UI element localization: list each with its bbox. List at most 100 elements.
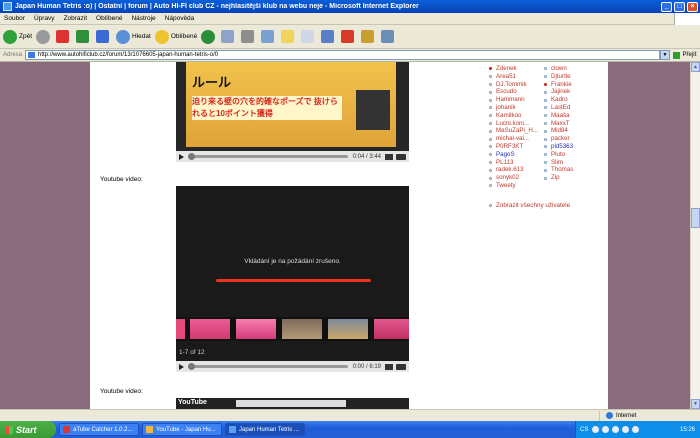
language-indicator[interactable]: CS <box>580 427 588 433</box>
user-link[interactable]: sonyk02 <box>489 174 544 182</box>
research-button[interactable] <box>321 30 337 43</box>
menu-view[interactable]: Zobrazit <box>64 15 87 22</box>
show-all-users-link[interactable]: Zobrazit všechny uživatele <box>489 202 570 209</box>
volume-icon[interactable] <box>385 153 393 160</box>
user-link[interactable]: Zip <box>544 174 599 182</box>
stop-button[interactable] <box>56 30 72 43</box>
menu-favorites[interactable]: Oblíbené <box>96 15 122 22</box>
menu-tools[interactable]: Nástroje <box>131 15 155 22</box>
user-link[interactable]: PL113 <box>489 159 544 167</box>
user-link[interactable]: Area51 <box>489 73 544 81</box>
user-link[interactable]: Hammann <box>489 96 544 104</box>
tray-icon[interactable] <box>602 426 610 433</box>
user-link[interactable]: Slim <box>544 159 599 167</box>
mail-button[interactable] <box>221 30 237 43</box>
scroll-up-icon[interactable]: ▲ <box>691 62 700 72</box>
youtube-search-box[interactable] <box>236 400 346 407</box>
minimize-button[interactable]: _ <box>661 1 672 12</box>
task-youtube[interactable]: YouTube - Japan Hu... <box>142 423 222 436</box>
bullet-icon <box>489 184 492 188</box>
user-link[interactable]: DJ.Tommik <box>489 81 544 89</box>
vertical-scrollbar[interactable]: ▲ ▼ <box>690 62 700 409</box>
address-dropdown-icon[interactable]: ▼ <box>660 50 670 60</box>
user-link[interactable]: clown <box>544 65 599 73</box>
user-link[interactable]: Zdenek <box>489 65 544 73</box>
history-button[interactable] <box>201 29 217 44</box>
user-link[interactable]: michal-val... <box>489 135 544 143</box>
user-link[interactable]: P0RF3KT <box>489 143 544 151</box>
back-button[interactable]: Zpět <box>3 29 32 44</box>
download-icon <box>341 30 355 43</box>
user-link[interactable]: johanik <box>489 104 544 112</box>
maximize-button[interactable]: □ <box>674 1 685 12</box>
user-link[interactable]: PagoS <box>489 151 544 159</box>
start-button[interactable]: Start <box>0 421 56 438</box>
related-thumb-5[interactable] <box>374 319 409 339</box>
forward-button[interactable] <box>36 29 52 44</box>
user-link[interactable]: Djturtle <box>544 73 599 81</box>
scroll-down-icon[interactable]: ▼ <box>691 399 700 409</box>
favorites-button[interactable]: Oblíbené <box>154 29 197 44</box>
home-button[interactable] <box>96 30 112 43</box>
go-button[interactable]: Přejít <box>670 52 700 59</box>
print-button[interactable] <box>241 30 257 43</box>
task-atube-catcher[interactable]: aTube Catcher 1.0.2... <box>59 423 139 436</box>
tools-button[interactable] <box>381 30 397 43</box>
scroll-thumb[interactable] <box>691 208 700 228</box>
refresh-button[interactable] <box>76 30 92 43</box>
addon-button[interactable] <box>361 30 377 43</box>
seek-knob[interactable] <box>188 363 195 370</box>
search-icon <box>116 29 131 44</box>
related-thumb-1[interactable] <box>190 319 230 339</box>
seek-knob[interactable] <box>188 153 195 160</box>
user-link[interactable]: Lucni.koni... <box>489 120 544 128</box>
fullscreen-icon[interactable] <box>396 363 406 370</box>
address-input[interactable]: http://www.autohificlub.cz/forum/13/1076… <box>25 50 660 60</box>
play-icon[interactable] <box>179 363 184 370</box>
forward-arrow-icon <box>36 29 51 44</box>
video-player-3[interactable]: YouTube <box>176 398 409 409</box>
user-link[interactable]: packer <box>544 135 599 143</box>
user-link[interactable]: pld5363 <box>544 143 599 151</box>
play-icon[interactable] <box>179 153 184 160</box>
user-link[interactable]: Frankie <box>544 81 599 89</box>
tray-icon[interactable] <box>622 426 630 433</box>
user-link[interactable]: Jajinek <box>544 88 599 96</box>
user-link[interactable]: Maaša <box>544 112 599 120</box>
user-link[interactable]: MaxxT <box>544 120 599 128</box>
volume-icon[interactable] <box>385 363 393 370</box>
search-button[interactable]: Hledat <box>116 29 151 44</box>
task-japan-tetris[interactable]: Japan Human Tetris ... <box>225 423 305 436</box>
user-link[interactable]: Pluto <box>544 151 599 159</box>
folder-button[interactable] <box>281 30 297 43</box>
related-thumb-2[interactable] <box>236 319 276 339</box>
user-link[interactable]: Mid84 <box>544 127 599 135</box>
video-player-2[interactable]: Vkládání je na požádání zrušeno. 1-7 of … <box>176 186 409 372</box>
fullscreen-icon[interactable] <box>396 153 406 160</box>
video-player-1[interactable]: ルール 迫り来る壁の穴を的確なポーズで 抜けられると10ポイント獲得 0:04 … <box>176 62 409 162</box>
tray-icon[interactable] <box>612 426 620 433</box>
seek-bar[interactable] <box>188 153 348 160</box>
user-link[interactable]: Escudo <box>489 88 544 96</box>
user-link[interactable]: MaSuZaPi_H... <box>489 127 544 135</box>
user-link[interactable]: Tweety <box>489 182 544 190</box>
tray-icon[interactable] <box>632 426 640 433</box>
close-button[interactable]: × <box>687 1 698 12</box>
user-link[interactable]: Kamilkoo <box>489 112 544 120</box>
menu-help[interactable]: Nápověda <box>165 15 195 22</box>
seek-bar[interactable] <box>188 363 348 370</box>
user-link[interactable]: LastEd <box>544 104 599 112</box>
tray-icon[interactable] <box>592 426 600 433</box>
edit-button[interactable] <box>261 30 277 43</box>
user-link[interactable]: Kadro <box>544 96 599 104</box>
related-thumb-4[interactable] <box>328 319 368 339</box>
menu-edit[interactable]: Úpravy <box>34 15 55 22</box>
user-link[interactable]: radek.613 <box>489 166 544 174</box>
messenger-button[interactable] <box>301 30 317 43</box>
related-strip <box>176 317 409 341</box>
download-button[interactable] <box>341 30 357 43</box>
user-link[interactable]: Thomas <box>544 166 599 174</box>
menu-file[interactable]: Soubor <box>4 15 25 22</box>
clock: 15:26 <box>679 426 695 433</box>
related-thumb-3[interactable] <box>282 319 322 339</box>
